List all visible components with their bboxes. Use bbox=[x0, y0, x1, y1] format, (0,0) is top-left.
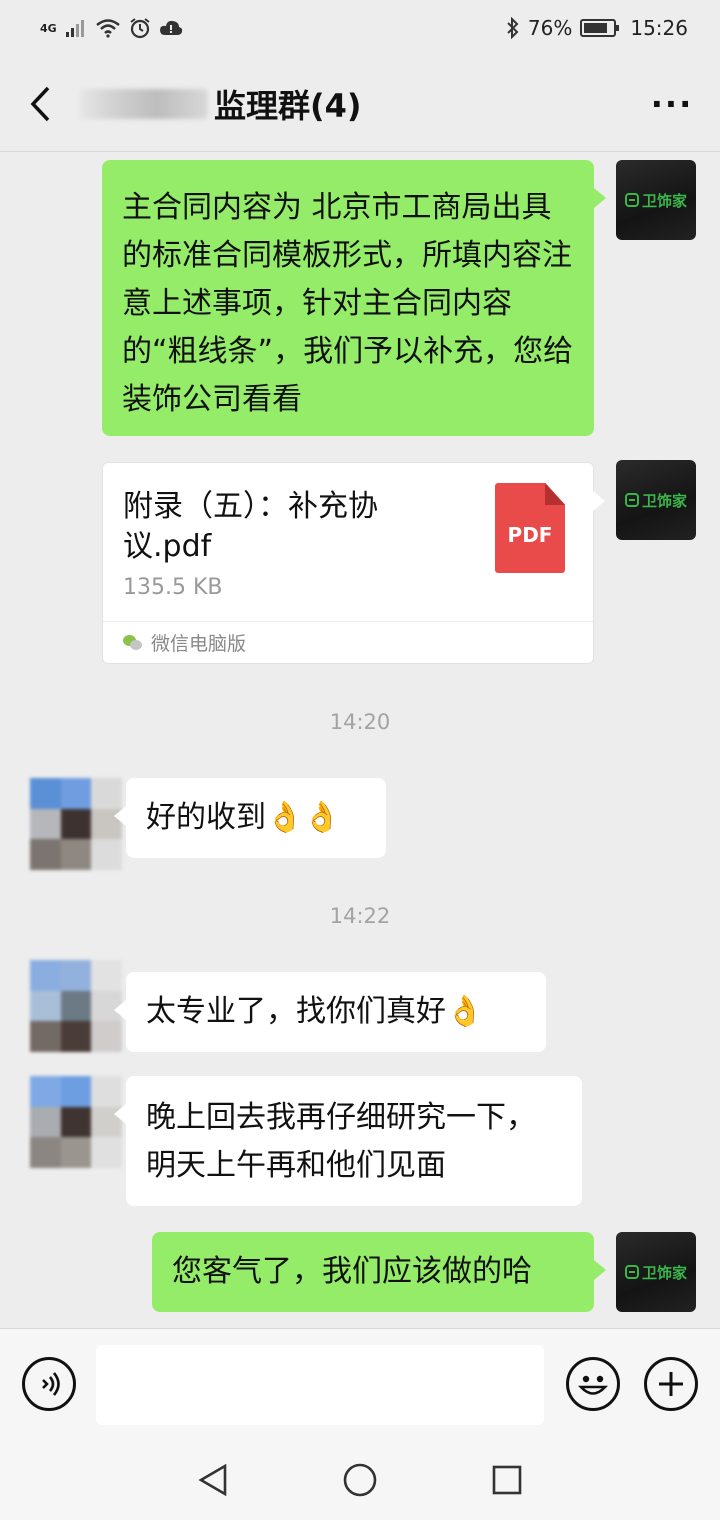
message-bubble-sent[interactable]: 主合同内容为 北京市工商局出具的标准合同模板形式，所填内容注意上述事项，针对主合… bbox=[102, 160, 606, 436]
status-left: 4G bbox=[40, 17, 183, 39]
nav-back-button[interactable] bbox=[183, 1450, 243, 1510]
brand-logo: 卫饰家 bbox=[624, 1262, 687, 1283]
brand-logo: 卫饰家 bbox=[624, 190, 687, 211]
signal-icon bbox=[65, 20, 84, 37]
cloud-warning-icon bbox=[159, 20, 182, 35]
avatar-other[interactable] bbox=[30, 1076, 122, 1168]
wechat-icon bbox=[123, 634, 143, 651]
nav-recents-button[interactable] bbox=[477, 1450, 537, 1510]
file-size: 135.5 KB bbox=[123, 575, 223, 600]
smiley-icon bbox=[578, 1375, 608, 1395]
brand-mark-icon bbox=[624, 493, 639, 507]
brand-mark-icon bbox=[624, 1265, 639, 1279]
battery-icon bbox=[580, 19, 620, 37]
avatar-other[interactable] bbox=[30, 778, 122, 870]
chat-messages[interactable]: 主合同内容为 北京市工商局出具的标准合同模板形式，所填内容注意上述事项，针对主合… bbox=[0, 152, 720, 1328]
ok-hand-emoji: 👌👌 bbox=[266, 800, 341, 835]
more-button[interactable]: ··· bbox=[624, 56, 720, 152]
more-dots-icon: ··· bbox=[650, 84, 694, 123]
system-nav-bar bbox=[0, 1440, 720, 1520]
message-text: 您客气了，我们应该做的哈 bbox=[172, 1254, 532, 1289]
file-message-card[interactable]: 附录（五）：补充协议.pdf 135.5 KB PDF 微信电脑版 bbox=[102, 462, 605, 664]
message-text: 晚上回去我再仔细研究一下，明天上午再和他们见面 bbox=[146, 1100, 536, 1183]
battery-percent: 76% bbox=[527, 16, 573, 40]
avatar-self[interactable]: 卫饰家 bbox=[616, 160, 696, 240]
title-wrap: 监理群(4) bbox=[80, 81, 624, 127]
plus-button[interactable] bbox=[644, 1357, 698, 1411]
brand-logo-text: 卫饰家 bbox=[641, 1263, 687, 1282]
message-text: 太专业了，找你们真好 bbox=[146, 994, 446, 1029]
status-bar: 4G 76% 15:26 bbox=[0, 0, 720, 56]
message-bubble-received[interactable]: 好的收到👌👌 bbox=[114, 778, 386, 858]
timestamp: 14:20 bbox=[329, 710, 391, 734]
brand-logo-text: 卫饰家 bbox=[641, 491, 687, 510]
message-text: 主合同内容为 北京市工商局出具的标准合同模板形式，所填内容注意上述事项，针对主合… bbox=[122, 190, 574, 417]
ok-hand-emoji: 👌 bbox=[446, 994, 484, 1029]
alarm-icon bbox=[130, 18, 150, 39]
voice-icon bbox=[42, 1372, 60, 1396]
file-source-label: 微信电脑版 bbox=[151, 633, 247, 655]
emoji-button[interactable] bbox=[566, 1357, 620, 1411]
status-right: 76% 15:26 bbox=[506, 16, 688, 40]
message-bubble-sent[interactable]: 您客气了，我们应该做的哈 bbox=[152, 1232, 606, 1312]
wifi-icon bbox=[95, 19, 120, 38]
message-bubble-received[interactable]: 晚上回去我再仔细研究一下，明天上午再和他们见面 bbox=[114, 1076, 582, 1206]
voice-button[interactable] bbox=[22, 1357, 76, 1411]
timestamp: 14:22 bbox=[329, 904, 391, 928]
file-name: 附录（五）：补充协议.pdf bbox=[123, 489, 378, 564]
brand-logo: 卫饰家 bbox=[624, 490, 687, 511]
back-arrow-icon bbox=[30, 86, 50, 121]
avatar-self[interactable]: 卫饰家 bbox=[616, 460, 696, 540]
triangle-back-icon bbox=[198, 1463, 227, 1497]
title-redacted-blur bbox=[80, 88, 208, 119]
message-input[interactable] bbox=[96, 1345, 544, 1425]
plus-icon bbox=[659, 1372, 683, 1396]
nav-home-button[interactable] bbox=[330, 1450, 390, 1510]
circle-home-icon bbox=[343, 1463, 377, 1497]
message-text: 好的收到 bbox=[146, 800, 266, 835]
chat-title: 监理群(4) bbox=[214, 86, 362, 125]
network-type: 4G bbox=[40, 21, 57, 35]
clock: 15:26 bbox=[630, 16, 688, 40]
chat-header: 监理群(4) ··· bbox=[0, 56, 720, 152]
message-bubble-received[interactable]: 太专业了，找你们真好👌 bbox=[114, 972, 546, 1052]
bluetooth-icon bbox=[507, 17, 519, 39]
back-button[interactable] bbox=[0, 56, 80, 152]
brand-mark-icon bbox=[624, 193, 639, 207]
square-recents-icon bbox=[492, 1465, 521, 1495]
brand-logo-text: 卫饰家 bbox=[641, 191, 687, 210]
pdf-icon-label: PDF bbox=[507, 523, 553, 547]
input-bar bbox=[0, 1328, 720, 1440]
file-source: 微信电脑版 bbox=[103, 621, 593, 663]
avatar-self[interactable]: 卫饰家 bbox=[616, 1232, 696, 1312]
avatar-other[interactable] bbox=[30, 960, 122, 1052]
